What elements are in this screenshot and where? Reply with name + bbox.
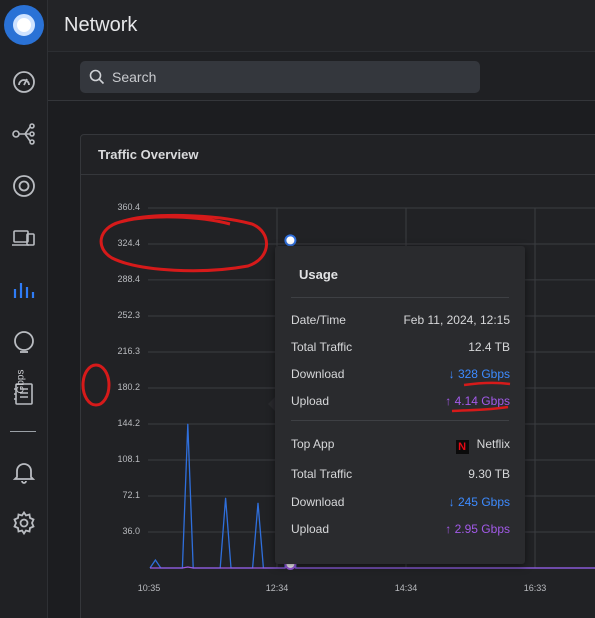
total-traffic-value: 12.4 TB xyxy=(468,340,510,354)
y-tick-label: 252.3 xyxy=(117,309,140,320)
logo-ring-icon xyxy=(13,14,35,36)
top-app-value: N Netflix xyxy=(455,437,510,454)
download-label: Download xyxy=(291,367,345,381)
top-app-label: Top App xyxy=(291,437,335,451)
date-value: Feb 11, 2024, 12:15 xyxy=(403,313,510,327)
notifications-bell-icon[interactable] xyxy=(10,458,38,486)
tooltip-divider xyxy=(291,297,509,298)
y-tick-label: 72.1 xyxy=(122,489,140,500)
y-tick-label: 108.1 xyxy=(117,454,140,465)
devices-icon[interactable] xyxy=(10,172,38,200)
topology-icon[interactable] xyxy=(10,120,38,148)
top-bar: Network xyxy=(48,0,595,52)
x-tick-label: 14:34 xyxy=(394,583,418,593)
data-point xyxy=(257,502,259,504)
sidebar-divider xyxy=(10,431,36,432)
top-app-name: Netflix xyxy=(476,437,510,451)
hover-point-download xyxy=(284,234,297,247)
search-placeholder: Search xyxy=(112,69,157,85)
date-label: Date/Time xyxy=(291,313,346,327)
client-devices-icon[interactable] xyxy=(10,224,38,252)
y-tick-label: 144.2 xyxy=(117,417,140,428)
app-total-traffic-label: Total Traffic xyxy=(291,467,353,481)
dashboard-gauge-icon[interactable] xyxy=(10,68,38,96)
search-row: Search xyxy=(48,52,595,101)
page-title: Network xyxy=(64,14,138,36)
app-upload-label: Upload xyxy=(291,522,330,536)
panel-title: Traffic Overview xyxy=(98,147,199,162)
y-tick-label: 216.3 xyxy=(117,345,140,356)
upload-label: Upload xyxy=(291,394,330,408)
tooltip-divider-2 xyxy=(291,420,509,421)
app-upload-value: ↑ 2.95 Gbps xyxy=(445,522,510,536)
y-tick-label: 180.2 xyxy=(117,382,140,392)
usage-tooltip: Usage Date/Time Feb 11, 2024, 12:15 Tota… xyxy=(275,246,525,564)
data-point xyxy=(154,559,156,561)
search-input[interactable]: Search xyxy=(80,61,480,93)
series-line-1 xyxy=(150,563,595,569)
tooltip-title: Usage xyxy=(299,267,339,282)
alerts-bulb-icon[interactable] xyxy=(10,328,38,356)
app-download-value: ↓ 245 Gbps xyxy=(448,495,510,509)
x-tick-label: 10:35 xyxy=(137,583,161,593)
netflix-icon: N xyxy=(455,440,469,454)
y-tick-label: 324.4 xyxy=(117,237,140,248)
insights-chart-icon[interactable] xyxy=(10,276,38,304)
settings-gear-icon[interactable] xyxy=(10,509,38,537)
y-axis-label: Gbps xyxy=(15,369,27,394)
y-tick-label: 36.0 xyxy=(122,526,140,537)
ubiquiti-logo[interactable] xyxy=(4,5,44,45)
data-point xyxy=(225,497,227,499)
data-point xyxy=(187,423,189,425)
panel-header: Traffic Overview xyxy=(81,135,595,175)
total-traffic-label: Total Traffic xyxy=(291,340,353,354)
app-download-label: Download xyxy=(291,495,345,509)
search-icon xyxy=(89,69,105,85)
x-tick-label: 16:33 xyxy=(523,583,547,593)
sidebar xyxy=(0,0,48,618)
download-value: ↓ 328 Gbps xyxy=(448,367,510,381)
upload-value: ↑ 4.14 Gbps xyxy=(445,394,510,408)
app-total-traffic-value: 9.30 TB xyxy=(468,467,510,481)
y-tick-label: 288.4 xyxy=(117,273,140,284)
y-tick-label: 360.4 xyxy=(117,202,140,212)
x-tick-label: 12:34 xyxy=(265,583,289,593)
